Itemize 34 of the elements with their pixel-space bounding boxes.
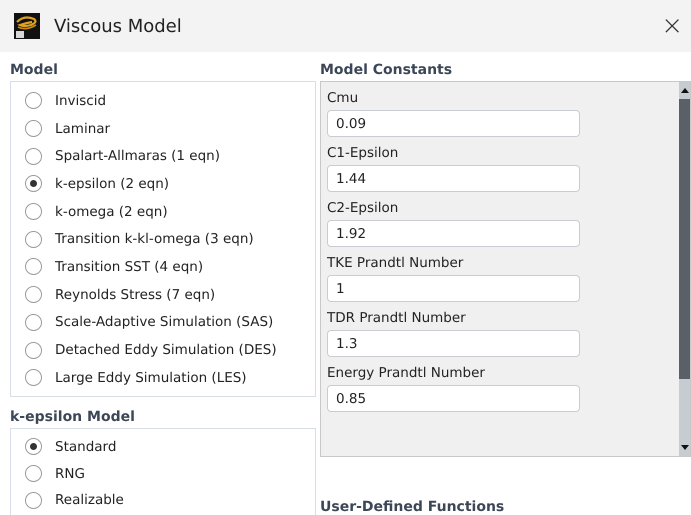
input-field[interactable]: 1.44	[327, 165, 580, 192]
close-button[interactable]: ×	[655, 11, 689, 41]
radio-option[interactable]: Laminar	[11, 114, 114, 142]
section-heading: Model	[10, 61, 58, 80]
field-label: C1-Epsilon	[327, 144, 398, 163]
input-field[interactable]: 0.09	[327, 110, 580, 137]
radio-option[interactable]: k-omega (2 eqn)	[11, 198, 172, 226]
window-title: Viscous Model	[54, 16, 183, 36]
field-label: Cmu	[327, 89, 358, 108]
section-heading: Model Constants	[320, 61, 452, 80]
radio-option[interactable]: Realizable	[11, 486, 128, 514]
input-field[interactable]: 1.92	[327, 220, 580, 247]
radio-option[interactable]: RNG	[11, 460, 89, 487]
radio-option[interactable]: Scale-Adaptive Simulation (SAS)	[11, 308, 278, 336]
radio-option[interactable]: Spalart-Allmaras (1 eqn)	[11, 142, 224, 170]
field-label: TDR Prandtl Number	[327, 309, 466, 328]
field-label: Energy Prandtl Number	[327, 364, 485, 383]
radio-option[interactable]: Reynolds Stress (7 eqn)	[11, 280, 220, 308]
radio-option[interactable]: k-epsilon (2 eqn)	[11, 170, 174, 198]
input-field[interactable]: 1	[327, 275, 580, 302]
section-heading: User-Defined Functions	[320, 498, 504, 515]
input-field[interactable]: 0.85	[327, 385, 580, 412]
radio-option[interactable]: Transition SST (4 eqn)	[11, 253, 208, 281]
radio-option[interactable]: Standard	[11, 434, 120, 460]
radio-option[interactable]: Transition k-kl-omega (3 eqn)	[11, 225, 258, 254]
radio-option[interactable]: Large Eddy Simulation (LES)	[11, 364, 251, 392]
field-label: TKE Prandtl Number	[327, 254, 464, 273]
app-logo-icon	[14, 13, 40, 39]
field-label: C2-Epsilon	[327, 199, 398, 218]
radio-option[interactable]: Inviscid	[11, 87, 110, 115]
radio-option[interactable]: Detached Eddy Simulation (DES)	[11, 336, 281, 364]
section-heading: k-epsilon Model	[10, 408, 135, 427]
input-field[interactable]: 1.3	[327, 330, 580, 357]
scrollbar[interactable]	[679, 82, 690, 456]
